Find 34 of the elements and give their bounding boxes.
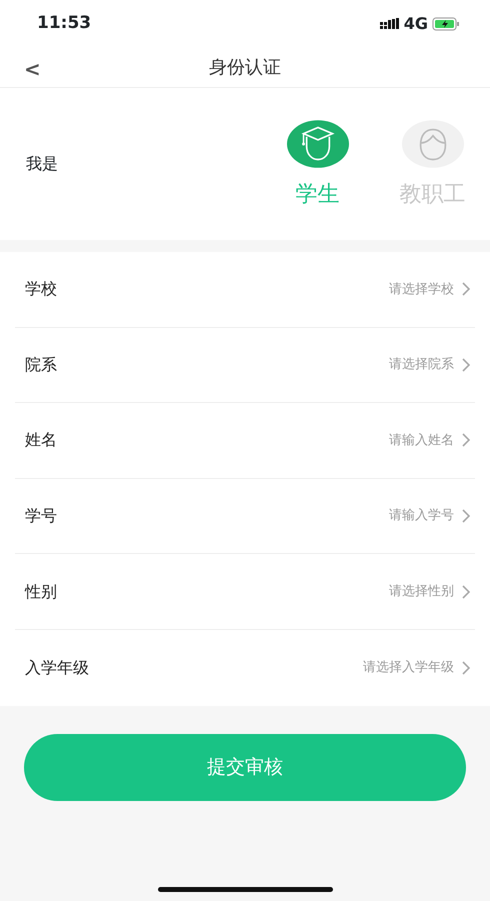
field-placeholder: 请选择学校 — [389, 280, 454, 299]
field-placeholder: 请选择性别 — [389, 582, 454, 601]
field-placeholder: 请选择院系 — [389, 356, 454, 374]
field-placeholder: 请选择入学年级 — [363, 659, 454, 678]
field-label: 姓名 — [25, 429, 57, 452]
field-placeholder: 请输入学号 — [389, 507, 454, 526]
field-label: 入学年级 — [25, 656, 89, 679]
form-row[interactable]: 院系 请选择院系 — [15, 328, 475, 404]
page-title: 身份认证 — [209, 56, 281, 80]
chevron-right-icon — [462, 358, 471, 372]
form-row[interactable]: 姓名 请输入姓名 — [15, 403, 475, 479]
field-label: 院系 — [25, 354, 57, 376]
chevron-right-icon — [462, 282, 471, 296]
form-row[interactable]: 入学年级 请选择入学年级 — [15, 630, 475, 706]
form-row[interactable]: 性别 请选择性别 — [15, 554, 475, 630]
chevron-right-icon — [462, 433, 471, 448]
graduate-icon — [286, 118, 348, 170]
home-indicator[interactable] — [158, 887, 333, 892]
chevron-right-icon — [462, 660, 471, 675]
form-row[interactable]: 学号 请输入学号 — [15, 478, 475, 554]
battery-icon — [432, 17, 460, 31]
status-time: 11:53 — [37, 12, 92, 36]
identity-label: 我是 — [26, 153, 58, 175]
form-row[interactable]: 学校 请选择学校 — [15, 252, 475, 328]
chevron-right-icon — [462, 509, 471, 524]
field-label: 性别 — [25, 580, 57, 603]
field-label: 学校 — [25, 278, 57, 300]
field-placeholder: 请输入姓名 — [389, 432, 454, 450]
chevron-right-icon — [462, 584, 471, 599]
field-label: 学号 — [25, 505, 57, 528]
network-label: 4G — [404, 13, 428, 35]
signal-icon — [380, 18, 400, 30]
back-button[interactable]: < — [18, 54, 47, 84]
person-icon — [402, 118, 464, 170]
